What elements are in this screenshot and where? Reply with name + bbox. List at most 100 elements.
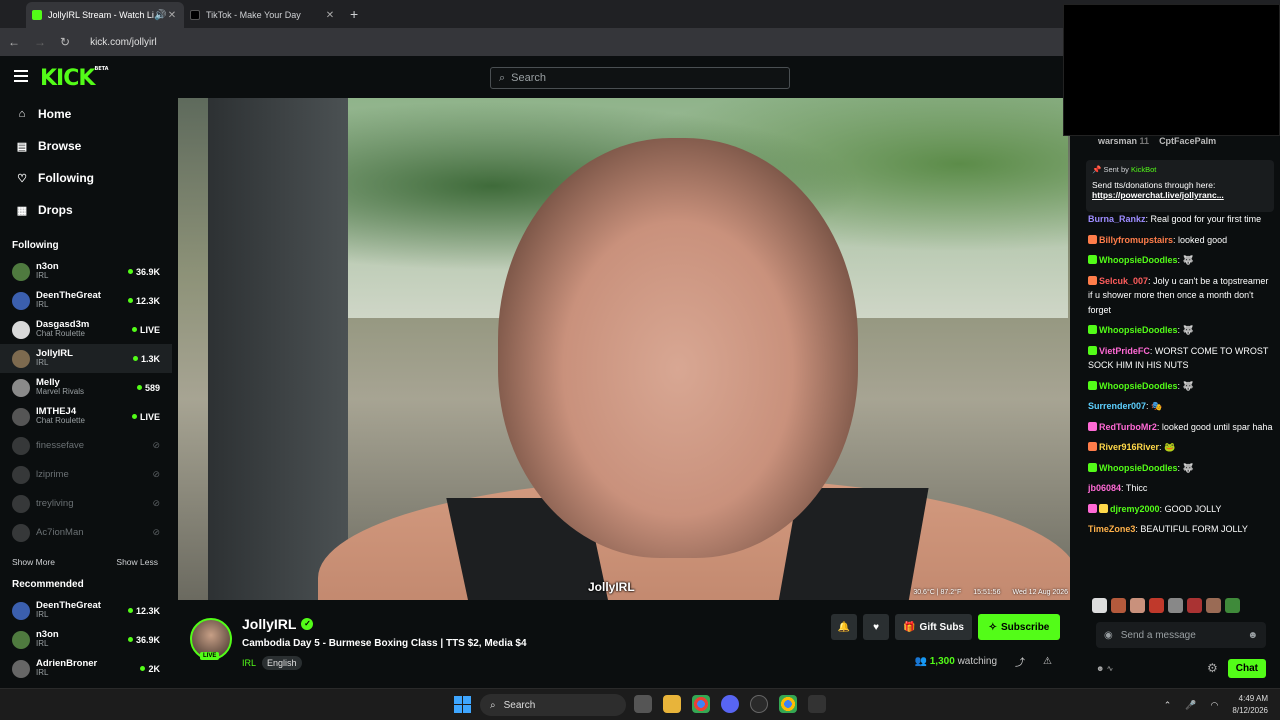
chrome-icon[interactable] — [692, 695, 710, 713]
windows-start-icon[interactable] — [454, 696, 471, 713]
task-view-icon[interactable] — [634, 695, 652, 713]
search-input[interactable]: ⌕ Search — [490, 67, 790, 89]
report-icon[interactable]: ⚠ — [1043, 656, 1052, 667]
drops-icon: ▦ — [16, 204, 28, 217]
show-more-button[interactable]: Show More — [12, 557, 55, 567]
share-icon[interactable]: ⤴ — [1015, 654, 1025, 669]
avatar — [12, 630, 30, 649]
chrome-icon[interactable] — [779, 695, 797, 713]
emote-icon[interactable] — [1111, 598, 1126, 613]
channel-item[interactable]: IMTHEJ4 Chat Roulette LIVE — [0, 402, 172, 431]
picture-in-picture-window[interactable] — [1063, 4, 1280, 136]
reload-icon[interactable]: ↻ — [60, 35, 70, 49]
avatar — [12, 494, 30, 513]
browser-tab-jollyirl[interactable]: JollyIRL Stream - Watch Live 🔊 ✕ — [26, 2, 184, 28]
browser-tab-tiktok[interactable]: TikTok - Make Your Day ✕ — [184, 2, 342, 28]
close-tab-icon[interactable]: ✕ — [166, 10, 178, 21]
nav-drops[interactable]: ▦ Drops — [0, 194, 172, 226]
language-tag[interactable]: English — [262, 656, 302, 670]
show-less-button[interactable]: Show Less — [116, 557, 158, 567]
notifications-button[interactable]: 🔔 — [831, 614, 858, 640]
emote-icon: 🐺 — [1182, 462, 1194, 473]
emote-icon[interactable] — [1225, 598, 1240, 613]
url-field[interactable]: kick.com/jollyirl — [90, 37, 157, 48]
star-icon: ✧ — [988, 621, 998, 633]
nav-following[interactable]: ♡ Following — [0, 162, 172, 194]
streamer-name[interactable]: JollyIRL ✓ — [242, 616, 314, 632]
chat-input[interactable]: ◉ Send a message ☻ — [1096, 622, 1266, 648]
emote-icon[interactable] — [1187, 598, 1202, 613]
new-tab-button[interactable]: + — [342, 6, 366, 28]
top-navigation: KICKBETA ⌕ Search — [0, 56, 1070, 98]
emote-icon: 🐺 — [1182, 255, 1194, 265]
kick-logo[interactable]: KICKBETA — [40, 66, 109, 91]
chat-message: WhoopsieDoodles: 🐺 — [1088, 461, 1274, 476]
avatar — [12, 291, 30, 310]
nav-home[interactable]: ⌂ Home — [0, 98, 172, 130]
channel-item-offline[interactable]: treyliving ⊘ — [0, 489, 172, 518]
video-overlay-name: JollyIRL — [588, 580, 635, 594]
channel-item[interactable]: Melly Marvel Rivals 589 — [0, 373, 172, 402]
clock[interactable]: 4:49 AM 8/12/2026 — [1232, 693, 1268, 717]
avatar — [12, 601, 30, 620]
pinned-message[interactable]: 📌 Sent by KickBot Send tts/donations thr… — [1086, 160, 1274, 212]
taskbar-search[interactable]: ⌕ Search — [480, 694, 626, 716]
channel-item-active[interactable]: JollyIRL IRL 1.3K — [0, 344, 172, 373]
channel-item[interactable]: DeenTheGreat IRL 12.3K — [0, 286, 172, 315]
avatar — [12, 523, 30, 542]
terminal-icon[interactable] — [808, 695, 826, 713]
emote-icon[interactable] — [1168, 598, 1183, 613]
subscribe-button[interactable]: ✧ Subscribe — [978, 614, 1060, 640]
microphone-icon[interactable]: 🎤 — [1185, 700, 1196, 711]
wifi-icon[interactable]: ◠ — [1211, 700, 1219, 711]
offline-icon: ⊘ — [152, 440, 160, 450]
emote-icon[interactable] — [1206, 598, 1221, 613]
category-link[interactable]: IRL — [242, 658, 256, 668]
windows-taskbar: ⌕ Search ⌃ 🎤 ◠ 4:49 AM 8/12/2026 — [0, 688, 1280, 720]
emote-icon: 🐸 — [1164, 442, 1176, 452]
avatar — [12, 320, 30, 339]
emoji-picker-icon[interactable]: ☻ — [1247, 630, 1258, 641]
emote-icon[interactable] — [1092, 598, 1107, 613]
chat-message: WhoopsieDoodles: 🐺 — [1088, 323, 1274, 338]
emote-icon[interactable] — [1130, 598, 1145, 613]
channel-item[interactable]: n3on IRL 36.9K — [0, 625, 172, 654]
video-player[interactable]: JollyIRL 30.6°C | 87.2°F 15:51:56 Wed 12… — [178, 98, 1070, 600]
chat-message: jb06084: Thicc — [1088, 483, 1148, 493]
channel-item-offline[interactable]: lziprime ⊘ — [0, 460, 172, 489]
close-tab-icon[interactable]: ✕ — [324, 10, 336, 21]
settings-icon[interactable]: ⚙ — [1207, 661, 1218, 675]
gift-subs-button[interactable]: 🎁 Gift Subs — [895, 614, 972, 640]
file-explorer-icon[interactable] — [663, 695, 681, 713]
steam-icon[interactable] — [750, 695, 768, 713]
video-subject-face — [498, 138, 858, 558]
avatar — [12, 349, 30, 368]
bell-icon: 🔔 — [837, 621, 851, 633]
gift-icon: 🎁 — [903, 621, 916, 633]
search-icon: ⌕ — [499, 71, 506, 84]
stream-title: Cambodia Day 5 - Burmese Boxing Class | … — [242, 638, 527, 649]
emote-icon[interactable] — [1149, 598, 1164, 613]
channel-item[interactable]: DeenTheGreat IRL 12.3K — [0, 596, 172, 625]
forward-icon[interactable]: → — [34, 35, 46, 49]
tray-chevron-icon[interactable]: ⌃ — [1164, 700, 1172, 711]
channel-item-offline[interactable]: Ac7ionMan ⊘ — [0, 518, 172, 547]
channel-item[interactable]: n3on IRL 36.9K — [0, 257, 172, 286]
channel-item-offline[interactable]: finessefave ⊘ — [0, 431, 172, 460]
tiktok-favicon-icon — [190, 10, 200, 20]
verified-icon: ✓ — [301, 618, 314, 630]
chat-send-button[interactable]: Chat — [1227, 658, 1266, 678]
chat-message: VietPrideFC: WORST COME TO WROST SOCK HI… — [1088, 345, 1269, 370]
menu-icon[interactable] — [14, 70, 28, 82]
kick-favicon-icon — [32, 10, 42, 20]
nav-browse[interactable]: ▤ Browse — [0, 130, 172, 162]
pinned-link[interactable]: https://powerchat.live/jollyranc... — [1092, 190, 1268, 200]
channel-item[interactable]: Dasgasd3m Chat Roulette LIVE — [0, 315, 172, 344]
follow-button[interactable]: ♥ — [863, 614, 890, 640]
speaker-icon[interactable]: 🔊 — [154, 10, 166, 21]
points-icon[interactable]: ☻ ∿ — [1096, 664, 1113, 673]
back-icon[interactable]: ← — [8, 35, 20, 49]
avatar — [12, 407, 30, 426]
discord-icon[interactable] — [721, 695, 739, 713]
channel-item[interactable]: AdrienBroner IRL 2K — [0, 654, 172, 683]
